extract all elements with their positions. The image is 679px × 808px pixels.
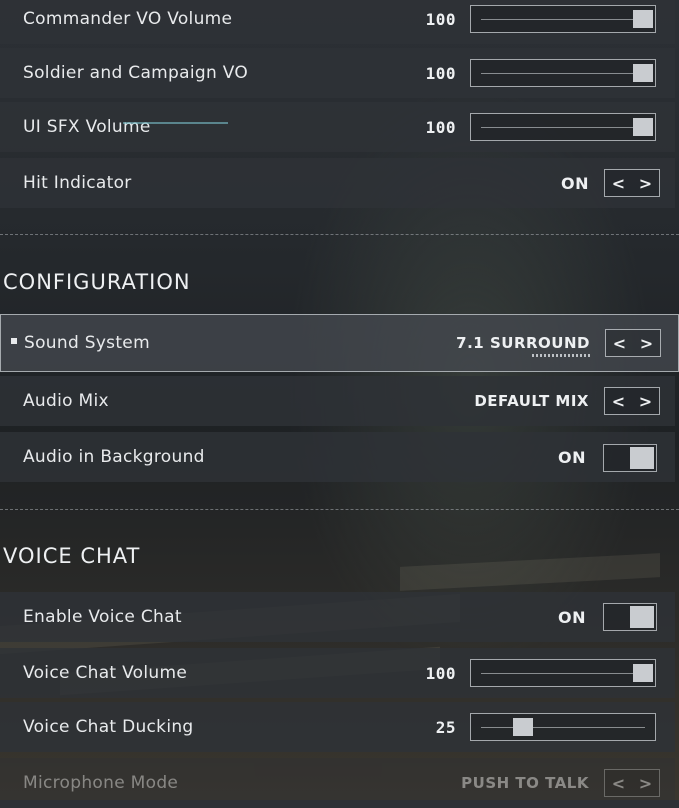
slider-track xyxy=(481,19,645,20)
setting-label: Soldier and Campaign VO xyxy=(23,63,249,83)
volume-slider[interactable] xyxy=(470,59,656,87)
section-title-configuration: CONFIGURATION xyxy=(3,270,191,294)
chevron-right-icon[interactable]: > xyxy=(632,388,659,414)
toggle-switch[interactable] xyxy=(603,603,657,631)
chevron-right-icon[interactable]: > xyxy=(632,770,659,796)
option-arrows: < > xyxy=(605,329,661,357)
slider-value: 100 xyxy=(425,63,456,83)
toggle-knob xyxy=(630,447,654,469)
slider-thumb[interactable] xyxy=(633,118,653,136)
volume-slider[interactable] xyxy=(470,113,656,141)
chevron-left-icon[interactable]: < xyxy=(605,770,632,796)
toggle-value: ON xyxy=(558,447,586,467)
slider-value: 25 xyxy=(435,717,456,737)
setting-label: Audio Mix xyxy=(23,391,109,411)
setting-label: Audio in Background xyxy=(23,447,205,467)
option-value: DEFAULT MIX xyxy=(474,392,589,410)
setting-label: Voice Chat Volume xyxy=(23,663,188,683)
background-light-streak xyxy=(400,553,660,591)
slider-thumb[interactable] xyxy=(513,718,533,736)
slider-value: 100 xyxy=(425,9,456,29)
slider-value: 100 xyxy=(425,117,456,137)
toggle-knob xyxy=(630,606,654,628)
slider-track xyxy=(481,727,645,728)
option-arrows: < > xyxy=(604,387,660,415)
selection-marker xyxy=(11,338,17,344)
setting-row-microphone-mode[interactable]: Microphone Mode PUSH TO TALK < > xyxy=(0,758,675,808)
chevron-right-icon[interactable]: > xyxy=(633,330,660,356)
volume-slider[interactable] xyxy=(470,5,656,33)
setting-row-soldier-campaign-vo[interactable]: Soldier and Campaign VO 100 xyxy=(0,48,675,98)
slider-thumb[interactable] xyxy=(633,64,653,82)
chevron-left-icon[interactable]: < xyxy=(606,330,633,356)
setting-label: Enable Voice Chat xyxy=(23,607,182,627)
chevron-left-icon[interactable]: < xyxy=(605,388,632,414)
slider-thumb[interactable] xyxy=(633,664,653,682)
volume-slider[interactable] xyxy=(470,659,656,687)
option-arrows: < > xyxy=(604,169,660,197)
slider-thumb[interactable] xyxy=(633,10,653,28)
section-divider xyxy=(0,509,679,510)
setting-row-ui-sfx-volume[interactable]: UI SFX Volume 100 xyxy=(0,102,675,152)
section-title-voice-chat: VOICE CHAT xyxy=(3,544,141,568)
ducking-slider[interactable] xyxy=(470,713,656,741)
setting-label: Microphone Mode xyxy=(23,773,179,793)
toggle-value: ON xyxy=(558,607,586,627)
option-value: ON xyxy=(561,173,589,193)
option-arrows: < > xyxy=(604,769,660,797)
section-divider xyxy=(0,234,679,235)
setting-label: UI SFX Volume xyxy=(23,117,151,137)
setting-row-sound-system[interactable]: Sound System 7.1 SURROUND < > xyxy=(0,314,679,372)
setting-label: Commander VO Volume xyxy=(23,9,233,29)
chevron-right-icon[interactable]: > xyxy=(632,170,659,196)
slider-value: 100 xyxy=(425,663,456,683)
option-page-indicator xyxy=(532,354,590,357)
option-value: PUSH TO TALK xyxy=(461,774,589,792)
slider-track xyxy=(481,73,645,74)
option-value: 7.1 SURROUND xyxy=(456,334,590,352)
setting-row-voice-chat-ducking[interactable]: Voice Chat Ducking 25 xyxy=(0,702,675,752)
setting-row-voice-chat-volume[interactable]: Voice Chat Volume 100 xyxy=(0,648,675,698)
toggle-switch[interactable] xyxy=(603,444,657,472)
slider-track xyxy=(481,673,645,674)
chevron-left-icon[interactable]: < xyxy=(605,170,632,196)
setting-row-commander-vo[interactable]: Commander VO Volume 100 xyxy=(0,0,675,44)
setting-label: Hit Indicator xyxy=(23,173,132,193)
slider-track xyxy=(481,127,645,128)
setting-row-enable-voice-chat[interactable]: Enable Voice Chat ON xyxy=(0,592,675,642)
setting-row-audio-mix[interactable]: Audio Mix DEFAULT MIX < > xyxy=(0,376,675,426)
setting-label: Voice Chat Ducking xyxy=(23,717,194,737)
setting-row-hit-indicator[interactable]: Hit Indicator ON < > xyxy=(0,158,675,208)
setting-row-audio-background[interactable]: Audio in Background ON xyxy=(0,432,675,482)
decorative-highlight xyxy=(123,122,228,124)
setting-label: Sound System xyxy=(24,333,150,353)
